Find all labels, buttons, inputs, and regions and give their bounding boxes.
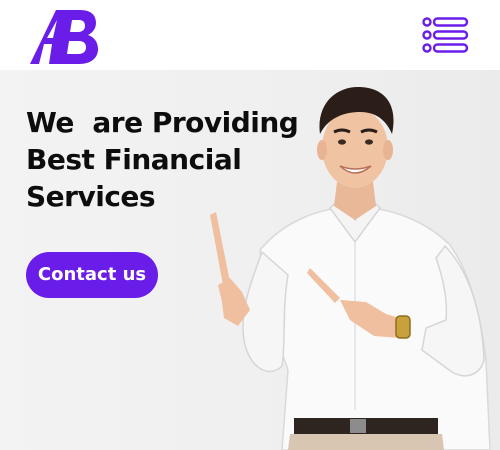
hamburger-menu-button[interactable] — [420, 16, 472, 54]
hero-section: We are Providing Best Financial Services… — [0, 70, 500, 450]
ab-logo-icon — [30, 10, 98, 64]
hero-person-image — [210, 86, 491, 450]
hamburger-menu-icon — [422, 17, 469, 53]
contact-us-button[interactable]: Contact us — [26, 252, 158, 298]
site-header — [0, 0, 500, 70]
brand-logo[interactable] — [30, 8, 100, 66]
